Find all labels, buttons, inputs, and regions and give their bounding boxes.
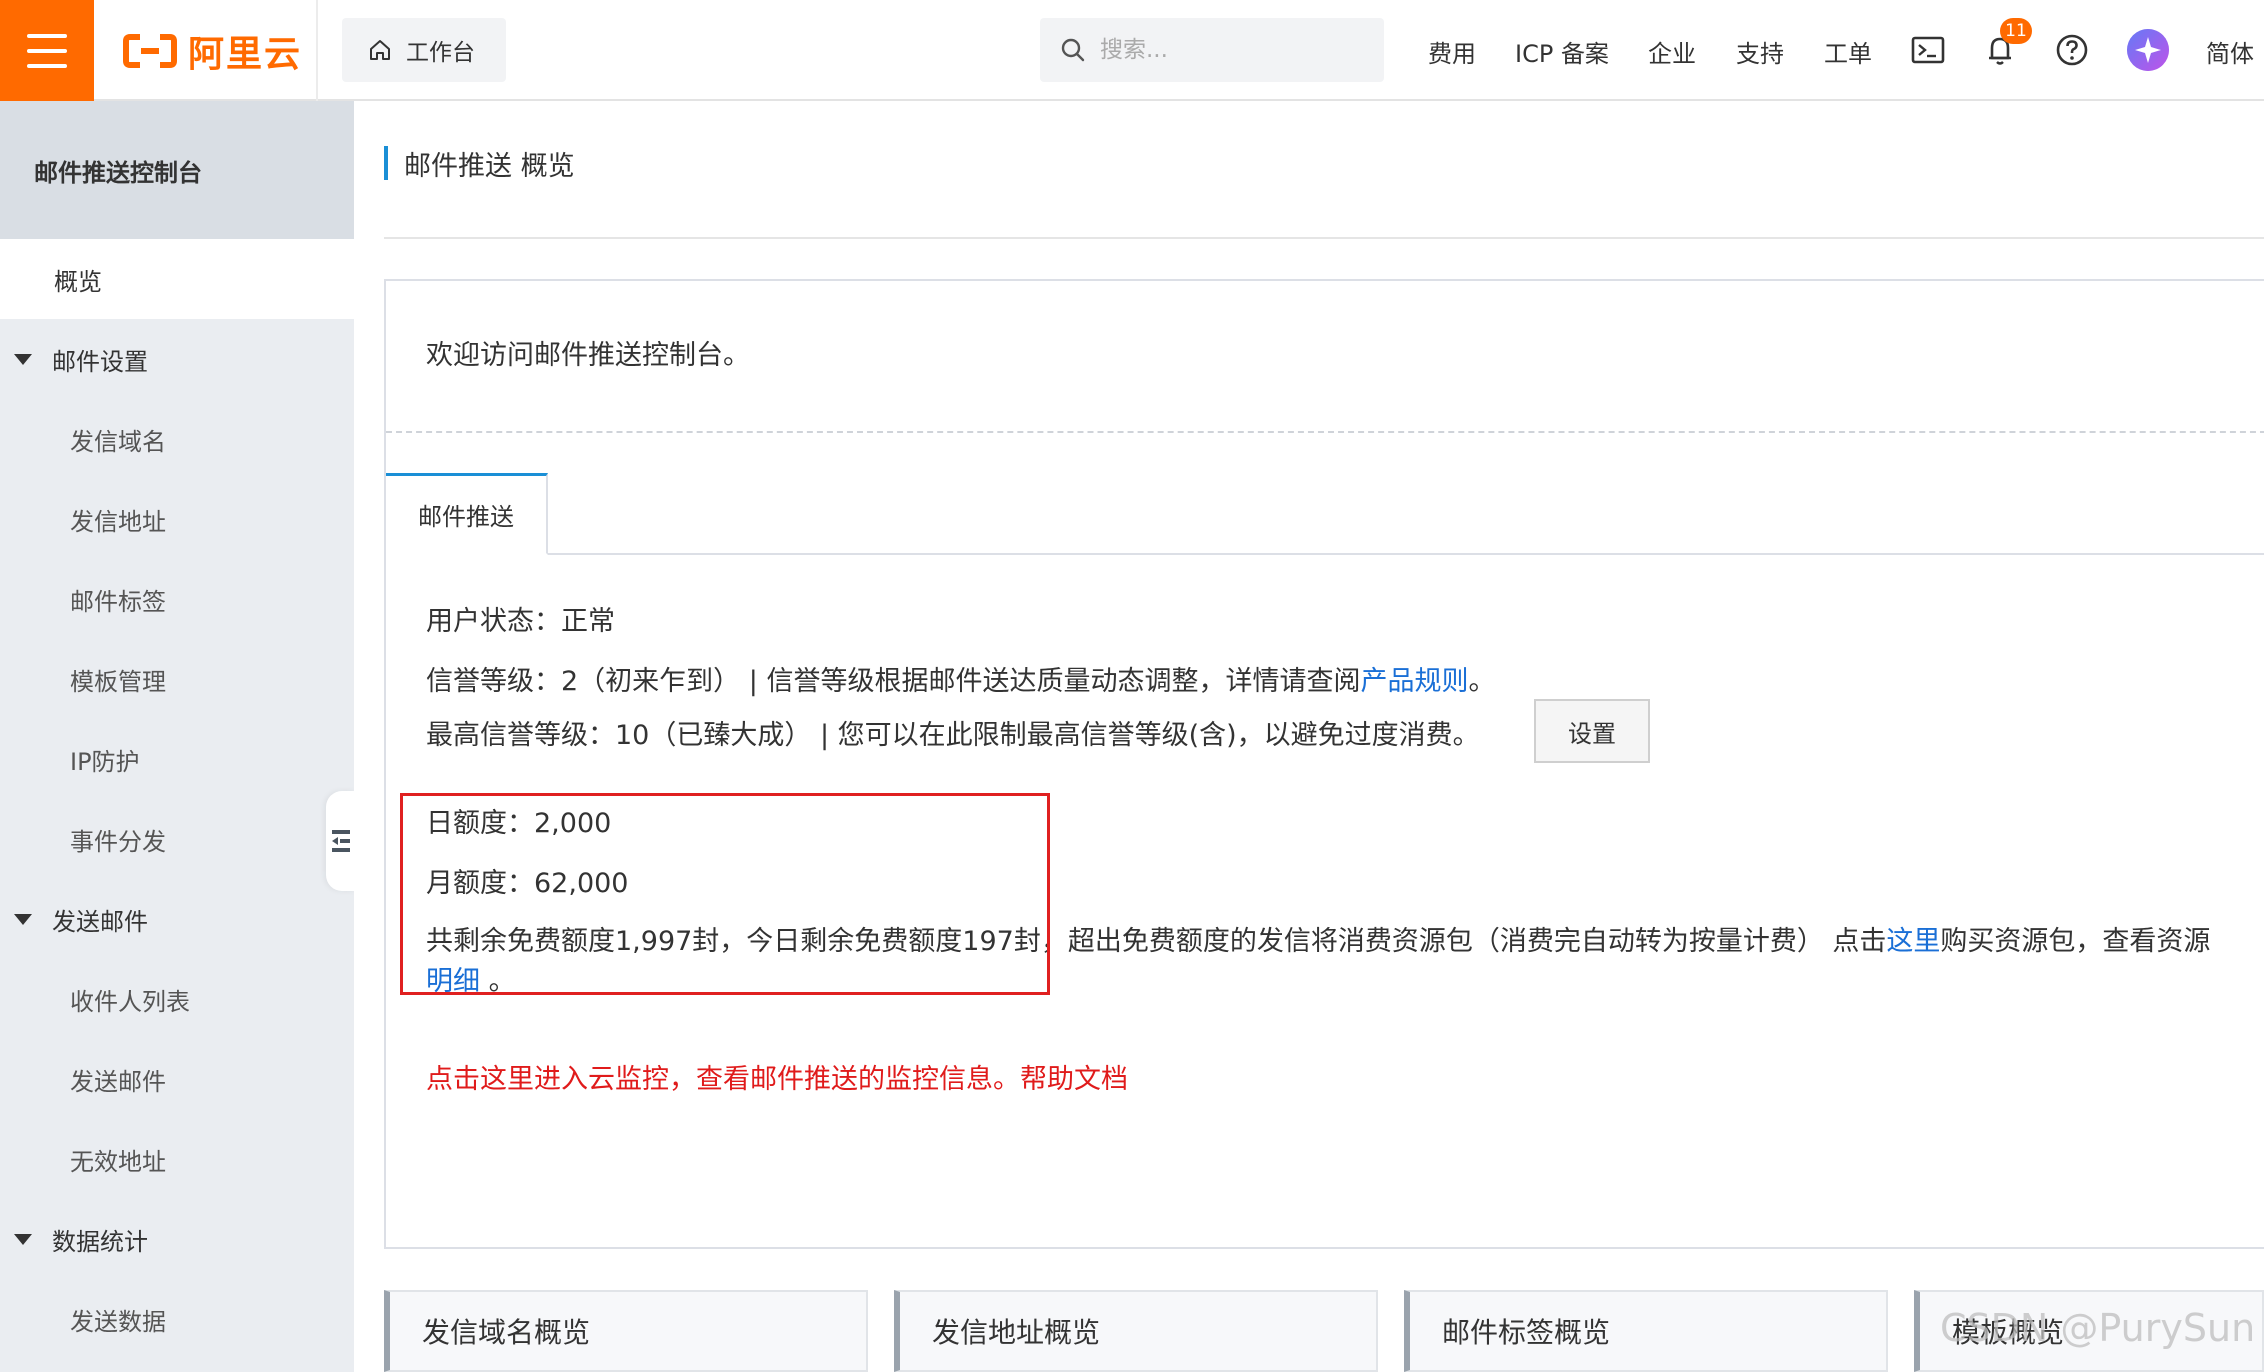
card-sender-address-overview[interactable]: 发信地址概览	[894, 1290, 1378, 1372]
sidebar-item-sender-address[interactable]: 发信地址	[0, 479, 354, 559]
set-button[interactable]: 设置	[1534, 699, 1650, 763]
notification-badge: 11	[2000, 18, 2032, 44]
terminal-icon[interactable]	[1908, 30, 1948, 70]
sidebar-item-send-mail[interactable]: 发送邮件	[0, 1039, 354, 1119]
search-input[interactable]	[1100, 37, 1360, 63]
language-switch[interactable]: 简体	[2206, 34, 2254, 69]
home-icon	[370, 40, 390, 60]
expand-triangle-icon	[14, 1233, 32, 1245]
sidebar-group-statistics[interactable]: 数据统计	[0, 1199, 354, 1279]
menu-button[interactable]	[0, 0, 94, 101]
sidebar-item-mail-tags[interactable]: 邮件标签	[0, 559, 354, 639]
search-icon	[1061, 38, 1085, 62]
sidebar-collapse-handle[interactable]	[326, 791, 356, 891]
product-rules-link[interactable]: 产品规则	[1360, 666, 1468, 697]
menu-icon-bar	[27, 63, 67, 68]
reputation-text: 信誉等级：2（初来乍到） | 信誉等级根据邮件送达质量动态调整，详情请查阅	[426, 666, 1361, 697]
aliyun-logo[interactable]: 阿里云	[122, 26, 302, 76]
page-title: 邮件推送 概览	[404, 150, 575, 182]
sidebar-item-recipient-list[interactable]: 收件人列表	[0, 959, 354, 1039]
logo-text: 阿里云	[188, 34, 303, 75]
sidebar-item-templates[interactable]: 模板管理	[0, 639, 354, 719]
menu-icon-bar	[27, 48, 67, 53]
expand-triangle-icon	[14, 353, 32, 365]
nav-billing[interactable]: 费用	[1428, 34, 1476, 69]
sidebar-item-send-data[interactable]: 发送数据	[0, 1279, 354, 1359]
card-mail-tags-overview[interactable]: 邮件标签概览	[1404, 1290, 1888, 1372]
help-icon[interactable]	[2052, 30, 2092, 70]
user-status: 用户状态：正常	[426, 606, 615, 637]
sidebar-item-sender-domain[interactable]: 发信域名	[0, 399, 354, 479]
workbench-button[interactable]: 工作台	[342, 18, 506, 82]
watermark: CSDN @PurySun	[1940, 1306, 2256, 1350]
divider	[316, 0, 318, 101]
sidebar-group-label: 邮件设置	[52, 347, 148, 376]
reputation-suffix: 。	[1468, 666, 1496, 697]
sidebar-group-send-mail[interactable]: 发送邮件	[0, 879, 354, 959]
tab-mail-push[interactable]: 邮件推送	[386, 473, 548, 555]
expand-triangle-icon	[14, 913, 32, 925]
nav-ticket[interactable]: 工单	[1824, 34, 1872, 69]
dashed-divider	[386, 431, 2264, 433]
card-sender-domain-overview[interactable]: 发信域名概览	[384, 1290, 868, 1372]
tab-bar: 邮件推送	[386, 473, 2264, 555]
sidebar-item-invalid-address[interactable]: 无效地址	[0, 1119, 354, 1199]
buy-here-link[interactable]: 这里	[1886, 926, 1940, 957]
sidebar-item-event-dispatch[interactable]: 事件分发	[0, 799, 354, 879]
nav-support[interactable]: 支持	[1736, 34, 1784, 69]
welcome-text: 欢迎访问邮件推送控制台。	[426, 340, 750, 371]
nav-icp[interactable]: ICP 备案	[1515, 34, 1609, 69]
collapse-icon	[332, 830, 350, 852]
menu-icon-bar	[27, 33, 67, 38]
sidebar-item-ip-protection[interactable]: IP防护	[0, 719, 354, 799]
sidebar-item-overview[interactable]: 概览	[0, 239, 354, 319]
search-box[interactable]	[1040, 18, 1384, 82]
main-content: 邮件推送 概览 欢迎访问邮件推送控制台。 邮件推送 用户状态：正常 信誉等级：2…	[354, 101, 2264, 1372]
page-title-block: 邮件推送 概览	[384, 146, 575, 182]
top-bar: 阿里云 工作台 费用 ICP 备案 企业 支持 工单	[0, 0, 2264, 101]
highlight-box	[400, 793, 1050, 995]
sidebar-title: 邮件推送控制台	[0, 101, 354, 239]
sidebar: 邮件推送控制台 概览 邮件设置 发信域名 发信地址 邮件标签 模板管理 IP防护…	[0, 101, 356, 1372]
avatar[interactable]	[2126, 28, 2170, 72]
reputation-line: 信誉等级：2（初来乍到） | 信誉等级根据邮件送达质量动态调整，详情请查阅产品规…	[426, 659, 1495, 698]
free-quota-after: 购买资源包，查看资源	[1940, 926, 2211, 957]
cloud-monitor-link[interactable]: 点击这里进入云监控，查看邮件推送的监控信息。帮助文档	[426, 1057, 1128, 1096]
sidebar-group-label: 发送邮件	[52, 907, 148, 936]
sidebar-group-mail-settings[interactable]: 邮件设置	[0, 319, 354, 399]
sidebar-group-label: 数据统计	[52, 1227, 148, 1256]
workbench-label: 工作台	[406, 40, 475, 66]
aliyun-logo-icon	[123, 34, 177, 68]
nav-enterprise[interactable]: 企业	[1648, 34, 1696, 69]
max-reputation-line: 最高信誉等级：10（已臻大成） | 您可以在此限制最高信誉等级(含)，以避免过度…	[426, 720, 1480, 751]
divider	[384, 237, 2264, 239]
overview-panel: 欢迎访问邮件推送控制台。 邮件推送 用户状态：正常 信誉等级：2（初来乍到） |…	[384, 279, 2264, 1249]
